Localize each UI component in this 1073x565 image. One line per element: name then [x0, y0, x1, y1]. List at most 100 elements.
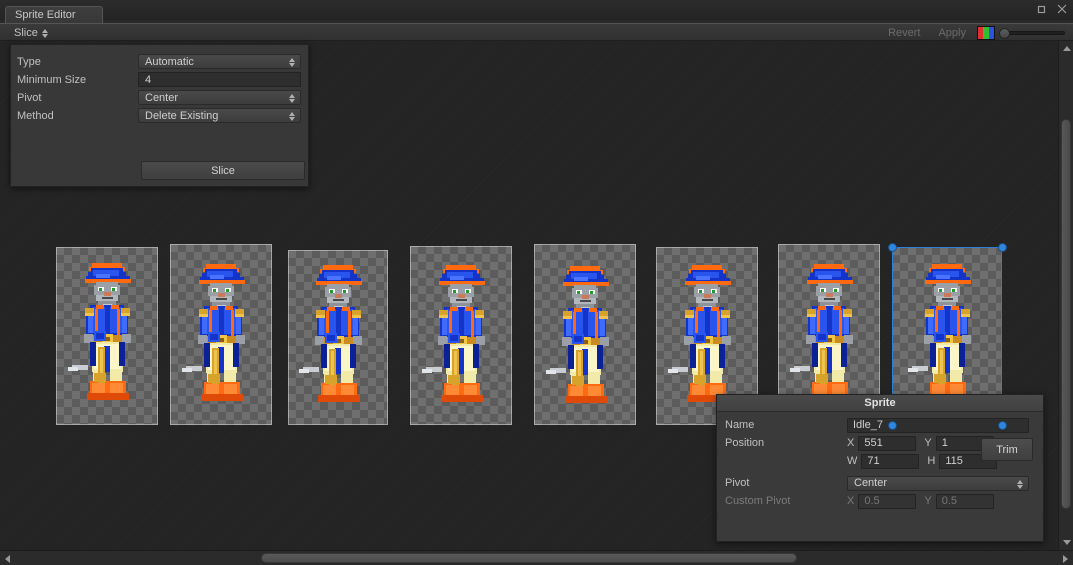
sprite-pixel-block: [597, 345, 603, 369]
sprite-pixel-block: [942, 298, 953, 300]
custom-pivot-x-value: 0.5: [864, 495, 880, 507]
selection-handle[interactable]: [888, 243, 897, 252]
zoom-slider[interactable]: [999, 26, 1065, 40]
selection-handle[interactable]: [998, 421, 1007, 430]
zoom-slider-handle[interactable]: [999, 28, 1010, 39]
sprite-pixel-block: [585, 396, 607, 403]
sprite-pixel-block: [117, 309, 120, 335]
updown-arrows-icon: [289, 57, 296, 68]
sprite-pixel-block: [599, 316, 608, 319]
editor-toolbar: Slice Revert Apply: [0, 23, 1073, 41]
sprite-pixel-block: [694, 375, 706, 384]
window-title-bar: [0, 0, 1073, 20]
sprite-pixel-block: [450, 335, 458, 341]
position-y-value: 1: [941, 437, 948, 449]
tab-sprite-editor[interactable]: Sprite Editor: [5, 6, 103, 23]
sprite-pixel-block: [818, 275, 832, 279]
sprite-pixel-block: [936, 275, 950, 279]
sprite-pixel-block: [466, 290, 469, 293]
slice-button[interactable]: Slice: [141, 161, 305, 180]
sprite-pixel-block: [87, 393, 109, 400]
horizontal-scrollbar[interactable]: [0, 550, 1073, 565]
sprite-pixel-block: [341, 385, 354, 395]
slice-method-dropdown[interactable]: Delete Existing: [138, 108, 301, 123]
sprite-pixel-block: [321, 344, 327, 368]
sprite-frame[interactable]: [170, 244, 272, 425]
inspector-label-name: Name: [725, 419, 755, 431]
sprite-pixel-block: [335, 294, 342, 298]
sprite-pixel-block: [96, 274, 110, 278]
sprite-pixel-block: [204, 343, 210, 367]
position-h-value: 115: [945, 455, 963, 467]
sprite-pixel-block: [818, 334, 826, 340]
sprite-frame[interactable]: [56, 247, 158, 425]
sprite-pixel-block: [595, 312, 598, 338]
vertical-scrollbar-thumb[interactable]: [1061, 119, 1071, 509]
sprite-pixel-block: [546, 370, 556, 374]
slice-minimum-size-value: 4: [145, 73, 152, 86]
sprite-pixel-block: [333, 299, 344, 301]
sprite-pixel-block: [85, 313, 94, 316]
updown-arrows-icon: [289, 93, 296, 104]
rgb-channel-icon[interactable]: [977, 26, 995, 40]
position-w-input[interactable]: 71: [861, 453, 920, 469]
revert-button[interactable]: Revert: [879, 24, 929, 42]
sprite-pixel-block: [231, 310, 234, 336]
slice-label-method: Method: [17, 109, 54, 122]
triangle-down-icon[interactable]: [1060, 536, 1073, 549]
position-w-axis-label: W: [847, 455, 858, 467]
sprite-frame[interactable]: [288, 250, 388, 425]
position-h-axis-label: H: [927, 455, 936, 467]
inspector-label-pivot: Pivot: [725, 477, 750, 489]
slice-method-value: Delete Existing: [145, 109, 219, 122]
slice-minimum-size-input[interactable]: 4: [138, 72, 301, 87]
sprite-pixel-block: [712, 290, 715, 293]
selection-handle[interactable]: [888, 421, 897, 430]
apply-button[interactable]: Apply: [929, 24, 975, 42]
close-icon[interactable]: [1055, 2, 1069, 16]
sprite-pixel-block: [574, 336, 582, 342]
position-x-input[interactable]: 551: [858, 435, 917, 451]
sprite-pixel-block: [699, 290, 702, 293]
triangle-up-icon[interactable]: [1060, 42, 1073, 55]
sprite-pixel-block: [930, 343, 936, 367]
triangle-right-icon[interactable]: [1059, 552, 1072, 565]
sprite-pixel-block: [450, 276, 464, 280]
sprite-pixel-block: [121, 313, 130, 316]
sprite-pixel-block: [790, 368, 800, 372]
custom-pivot-y-axis-label: Y: [924, 495, 932, 507]
sprite-pixel-block: [812, 343, 818, 367]
triangle-left-icon[interactable]: [1, 552, 14, 565]
updown-arrows-icon: [41, 28, 49, 39]
sprite-pivot-dropdown[interactable]: Center: [847, 475, 1029, 491]
sprite-pixel-block: [446, 385, 459, 395]
sprite-pixel-block: [824, 298, 835, 300]
sprite-pixel-block: [104, 292, 111, 296]
sprite-pixel-block: [224, 384, 237, 394]
vertical-scrollbar[interactable]: [1058, 41, 1073, 550]
sprite-pixel-block: [934, 374, 946, 383]
slice-type-value: Automatic: [145, 55, 194, 68]
sprite-pixel-block: [343, 290, 346, 293]
horizontal-scrollbar-thumb[interactable]: [261, 553, 797, 563]
sprite-pixel-block: [704, 294, 711, 298]
sprite-pixel-block: [348, 311, 351, 337]
sprite-pixel-block: [201, 394, 223, 401]
updown-arrows-icon: [289, 111, 296, 122]
sprite-frame[interactable]: [534, 244, 636, 425]
slice-dropdown-button[interactable]: Slice: [8, 25, 55, 41]
sprite-pixel-block: [668, 369, 678, 373]
selection-handle[interactable]: [998, 243, 1007, 252]
sprite-frame[interactable]: [410, 246, 512, 425]
sprite-pixel-block: [221, 394, 243, 401]
maximize-icon[interactable]: [1034, 2, 1048, 16]
sprite-pixel-block: [932, 384, 945, 394]
slice-pivot-dropdown[interactable]: Center: [138, 90, 301, 105]
sprite-inspector-panel: Sprite Name Idle_7 Position X 551 Y 1 W …: [716, 394, 1044, 542]
sprite-pixel-block: [330, 290, 333, 293]
trim-button[interactable]: Trim: [981, 438, 1033, 461]
slice-type-dropdown[interactable]: Automatic: [138, 54, 301, 69]
sprite-pixel-block: [565, 396, 587, 403]
sprite-pixel-block: [580, 300, 591, 302]
sprite-pixel-block: [568, 345, 574, 369]
